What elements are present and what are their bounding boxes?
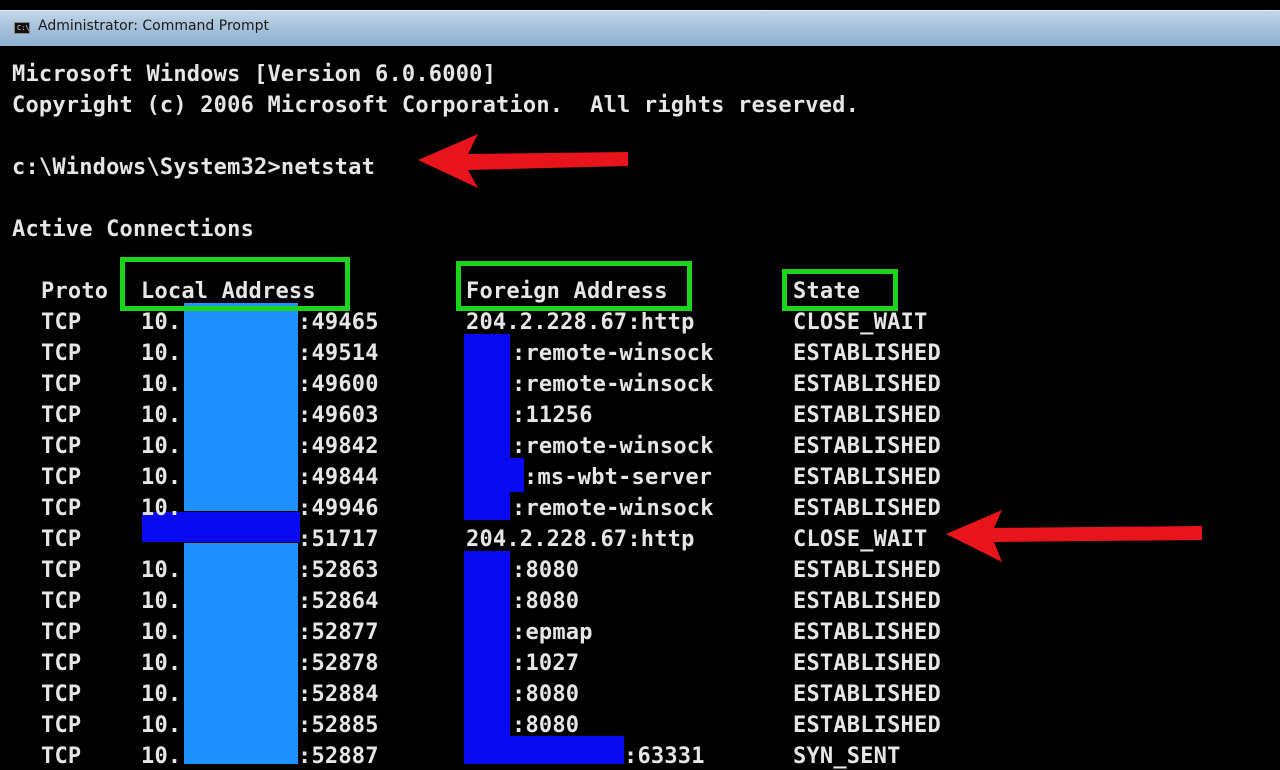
row-local-port: :52887 bbox=[298, 744, 379, 769]
row-foreign-address: :ms-wbt-server bbox=[524, 465, 713, 490]
row-local-port: :51717 bbox=[298, 527, 379, 552]
row-proto: TCP bbox=[41, 744, 82, 769]
row-proto: TCP bbox=[41, 403, 82, 428]
row-local-port: :52884 bbox=[298, 682, 379, 707]
row-state: ESTABLISHED bbox=[793, 558, 941, 583]
banner-copyright: Copyright (c) 2006 Microsoft Corporation… bbox=[12, 93, 860, 118]
redaction-foreign-lower bbox=[464, 551, 510, 751]
title-bar[interactable]: C:\ Administrator: Command Prompt bbox=[0, 10, 1280, 46]
row-local-prefix: 10. bbox=[141, 651, 182, 676]
row-local-port: :49603 bbox=[298, 403, 379, 428]
row-state: ESTABLISHED bbox=[793, 403, 941, 428]
row-proto: TCP bbox=[41, 651, 82, 676]
row-local-prefix: 10. bbox=[141, 310, 182, 335]
arrow-icon bbox=[418, 134, 628, 188]
arrow-icon bbox=[946, 510, 1202, 562]
row-proto: TCP bbox=[41, 589, 82, 614]
row-state: ESTABLISHED bbox=[793, 465, 941, 490]
row-foreign-address: :8080 bbox=[512, 713, 580, 738]
row-proto: TCP bbox=[41, 434, 82, 459]
row-proto: TCP bbox=[41, 682, 82, 707]
row-foreign-address: :remote-winsock bbox=[512, 496, 714, 521]
row-state: CLOSE_WAIT bbox=[793, 310, 928, 335]
section-title: Active Connections bbox=[12, 217, 255, 242]
highlight-state bbox=[782, 269, 898, 311]
row-local-prefix: 10. bbox=[141, 558, 182, 583]
row-foreign-address: :epmap bbox=[512, 620, 593, 645]
redaction-foreign-row-6 bbox=[464, 458, 524, 492]
row-local-port: :52885 bbox=[298, 713, 379, 738]
row-proto: TCP bbox=[41, 372, 82, 397]
row-state: SYN_SENT bbox=[793, 744, 901, 769]
row-foreign-address: :11256 bbox=[512, 403, 593, 428]
row-state: CLOSE_WAIT bbox=[793, 527, 928, 552]
row-state: ESTABLISHED bbox=[793, 496, 941, 521]
row-foreign-address: :remote-winsock bbox=[512, 341, 714, 366]
redaction-local-lower bbox=[184, 543, 298, 764]
header-proto: Proto bbox=[41, 279, 109, 304]
row-local-port: :49946 bbox=[298, 496, 379, 521]
row-foreign-address: 204.2.228.67:http bbox=[466, 310, 695, 335]
row-state: ESTABLISHED bbox=[793, 620, 941, 645]
row-local-port: :52877 bbox=[298, 620, 379, 645]
row-foreign-address: :1027 bbox=[512, 651, 580, 676]
row-local-port: :52878 bbox=[298, 651, 379, 676]
cmd-icon: C:\ bbox=[14, 22, 30, 34]
row-state: ESTABLISHED bbox=[793, 341, 941, 366]
row-local-prefix: 10. bbox=[141, 341, 182, 366]
row-state: ESTABLISHED bbox=[793, 372, 941, 397]
row-local-port: :49600 bbox=[298, 372, 379, 397]
row-local-prefix: 10. bbox=[141, 434, 182, 459]
row-proto: TCP bbox=[41, 558, 82, 583]
row-proto: TCP bbox=[41, 527, 82, 552]
row-proto: TCP bbox=[41, 620, 82, 645]
row-state: ESTABLISHED bbox=[793, 713, 941, 738]
row-local-prefix: 10. bbox=[141, 620, 182, 645]
row-state: ESTABLISHED bbox=[793, 589, 941, 614]
row-foreign-address: :8080 bbox=[512, 682, 580, 707]
row-local-prefix: 10. bbox=[141, 589, 182, 614]
row-foreign-address: :remote-winsock bbox=[512, 434, 714, 459]
window-title: Administrator: Command Prompt bbox=[38, 18, 269, 34]
banner-version: Microsoft Windows [Version 6.0.6000] bbox=[12, 62, 497, 87]
row-proto: TCP bbox=[41, 496, 82, 521]
redaction-foreign-row-7 bbox=[464, 490, 510, 520]
row-local-prefix: 10. bbox=[141, 465, 182, 490]
command-prompt-window: C:\ Administrator: Command Prompt Micros… bbox=[0, 10, 1280, 769]
highlight-local-address bbox=[120, 257, 350, 311]
row-foreign-address: :63331 bbox=[624, 744, 705, 769]
row-foreign-address: :8080 bbox=[512, 558, 580, 583]
row-proto: TCP bbox=[41, 310, 82, 335]
row-proto: TCP bbox=[41, 341, 82, 366]
row-local-prefix: 10. bbox=[141, 403, 182, 428]
row-local-port: :49514 bbox=[298, 341, 379, 366]
row-local-prefix: 10. bbox=[141, 496, 182, 521]
row-local-port: :49842 bbox=[298, 434, 379, 459]
row-foreign-address: :8080 bbox=[512, 589, 580, 614]
console-output[interactable]: Microsoft Windows [Version 6.0.6000] Cop… bbox=[0, 46, 1280, 769]
highlight-foreign-address bbox=[456, 261, 692, 311]
row-local-prefix: 10. bbox=[141, 372, 182, 397]
command-prompt-line: c:\Windows\System32>netstat bbox=[12, 155, 376, 180]
row-local-prefix: 10. bbox=[141, 744, 182, 769]
row-local-prefix: 10. bbox=[141, 682, 182, 707]
redaction-foreign-last bbox=[464, 736, 624, 764]
row-state: ESTABLISHED bbox=[793, 651, 941, 676]
row-local-port: :49465 bbox=[298, 310, 379, 335]
row-proto: TCP bbox=[41, 465, 82, 490]
redaction-local-upper bbox=[184, 303, 298, 511]
row-state: ESTABLISHED bbox=[793, 434, 941, 459]
row-state: ESTABLISHED bbox=[793, 682, 941, 707]
row-foreign-address: 204.2.228.67:http bbox=[466, 527, 695, 552]
row-foreign-address: :remote-winsock bbox=[512, 372, 714, 397]
row-local-port: :52864 bbox=[298, 589, 379, 614]
row-local-prefix: 10. bbox=[141, 713, 182, 738]
row-local-port: :52863 bbox=[298, 558, 379, 583]
row-local-port: :49844 bbox=[298, 465, 379, 490]
row-proto: TCP bbox=[41, 713, 82, 738]
